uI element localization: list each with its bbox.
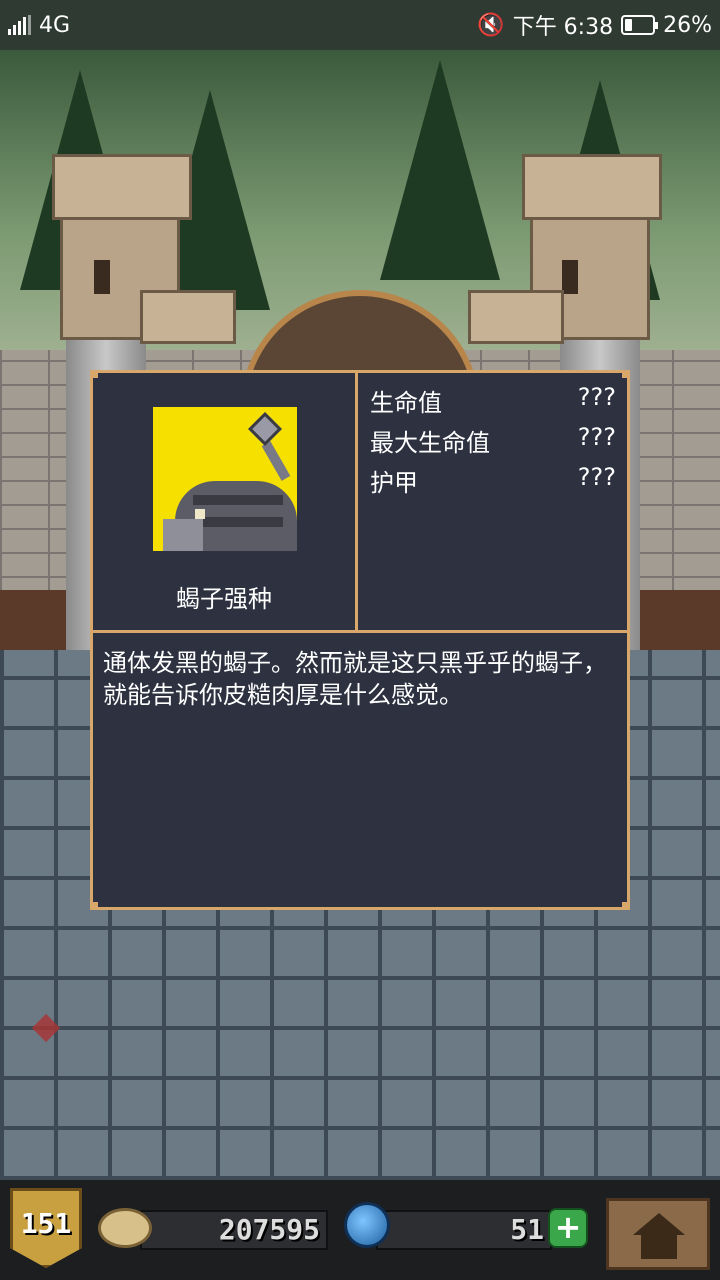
- clock: 下午 6:38: [512, 15, 614, 40]
- monster-name: 蝎子强种: [176, 585, 272, 613]
- inner-left-turret: [140, 290, 236, 344]
- signal-icon: [8, 15, 31, 35]
- stat-value: ???: [577, 383, 616, 411]
- status-bar: 4G 🔇 下午 6:38 26%: [0, 0, 720, 50]
- stat-label: 生命值: [370, 389, 442, 417]
- home-button[interactable]: [606, 1198, 710, 1270]
- stat-label: 护甲: [370, 469, 418, 497]
- status-right: 🔇 下午 6:38 26%: [477, 9, 712, 41]
- right-tower-top: [522, 154, 662, 220]
- tower-window: [94, 260, 110, 294]
- network-label: 4G: [39, 12, 71, 38]
- plus-icon: +: [554, 1208, 582, 1246]
- home-icon-base: [641, 1235, 677, 1259]
- status-left: 4G: [8, 13, 70, 38]
- coin-icon: [98, 1208, 152, 1248]
- bottom-bar: 151 207595 51 +: [0, 1180, 720, 1280]
- scorpion-icon: [153, 407, 297, 551]
- home-icon: [633, 1213, 685, 1235]
- tree: [380, 60, 500, 280]
- panel-corner: [622, 902, 630, 910]
- stat-row-hp: 生命值 ???: [370, 383, 616, 418]
- stat-value: ???: [577, 423, 616, 451]
- add-gems-button[interactable]: +: [548, 1208, 588, 1248]
- gem-icon: [344, 1202, 390, 1248]
- left-tower-top: [52, 154, 192, 220]
- stats-section: 生命值 ??? 最大生命值 ??? 护甲 ???: [358, 373, 627, 633]
- inner-right-turret: [468, 290, 564, 344]
- level-badge-icon[interactable]: 151: [10, 1188, 82, 1268]
- coin-counter: 207595: [140, 1210, 328, 1250]
- stat-value: ???: [577, 463, 616, 491]
- panel-corner: [90, 902, 98, 910]
- stat-row-max-hp: 最大生命值 ???: [370, 423, 616, 458]
- gem-counter: 51: [376, 1210, 552, 1250]
- monster-description: 通体发黑的蝎子。然而就是这只黑乎乎的蝎子，就能告诉你皮糙肉厚是什么感觉。: [103, 649, 607, 709]
- mute-icon: 🔇: [477, 12, 505, 38]
- stat-row-armor: 护甲 ???: [370, 463, 616, 498]
- tower-window: [562, 260, 578, 294]
- monster-info-panel: 蝎子强种 生命值 ??? 最大生命值 ??? 护甲 ??? 通体发黑的蝎子。然而…: [90, 370, 630, 910]
- portrait-section: 蝎子强种: [93, 373, 358, 633]
- stat-label: 最大生命值: [370, 429, 490, 457]
- level-value: 151: [20, 1207, 72, 1240]
- battery-icon: [621, 15, 659, 35]
- battery-percent: 26%: [663, 12, 712, 38]
